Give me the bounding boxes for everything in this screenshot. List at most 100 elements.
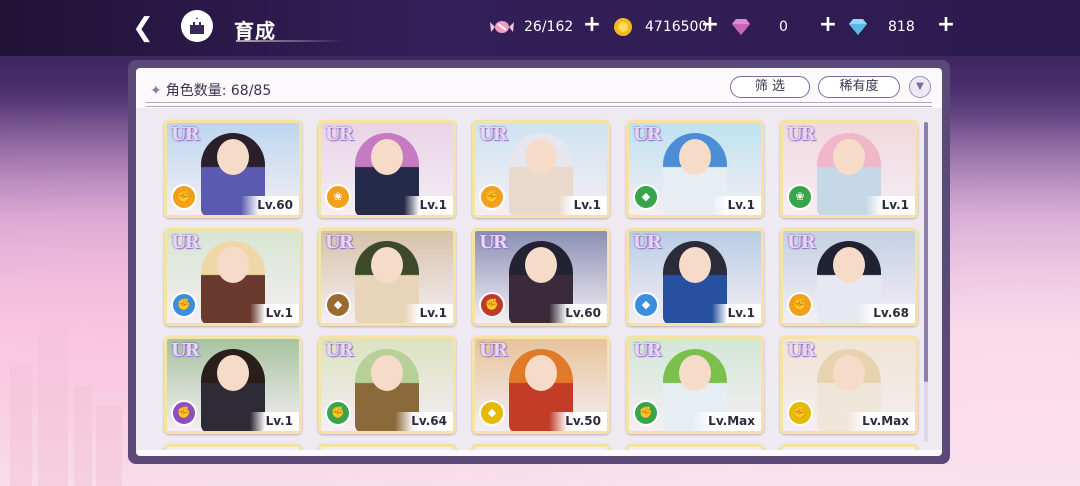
resource-blue-diamond: 818 — [846, 16, 915, 38]
character-face — [217, 247, 249, 283]
character-card[interactable]: UR ◆ Lv.50 — [472, 336, 610, 434]
level-label: Lv.60 — [241, 196, 299, 215]
back-button[interactable]: ❮ — [124, 10, 162, 46]
character-face — [679, 355, 711, 391]
level-label: Lv.1 — [557, 196, 607, 215]
character-card-partial[interactable] — [318, 444, 456, 450]
character-face — [679, 139, 711, 175]
fist-icon: ✊ — [171, 292, 197, 318]
gold-coin-icon — [611, 16, 635, 38]
shield-icon: ◆ — [633, 184, 659, 210]
character-card[interactable]: UR ✊ Lv.1 — [472, 120, 610, 218]
rattle-icon: ❀ — [325, 184, 351, 210]
character-face — [525, 355, 557, 391]
character-card[interactable]: UR ✊ Lv.1 — [164, 228, 302, 326]
character-face — [679, 247, 711, 283]
candy-value: 26/162 — [524, 19, 574, 35]
character-grid[interactable]: UR ✊ Lv.60 UR ❀ Lv.1 UR ✊ Lv.1 UR ◆ Lv.1 UR ❀ Lv.1 UR ✊ L… — [136, 108, 942, 450]
filter-button[interactable]: 筛 选 — [730, 76, 810, 98]
rarity-label: UR — [479, 232, 508, 253]
rarity-label: UR — [633, 124, 662, 145]
level-label: Lv.68 — [857, 304, 915, 323]
shield-icon: ◆ — [479, 400, 505, 426]
chevron-down-icon: ▼ — [916, 81, 924, 92]
rarity-label: UR — [171, 232, 200, 253]
panel-inner: ✦ 角色数量: 68/85 筛 选 稀有度 ▼ UR ✊ Lv.60 UR ❀ Lv.1 UR… — [136, 68, 942, 456]
header-divider — [146, 102, 932, 107]
rarity-label: UR — [787, 340, 816, 361]
rarity-label: UR — [633, 340, 662, 361]
top-bar: ❮ 育成 26/162 + 4716500 + 0 + 818 + — [0, 0, 1080, 56]
rarity-label: UR — [325, 232, 354, 253]
add-candy-button[interactable]: + — [582, 12, 602, 37]
rarity-label: UR — [325, 340, 354, 361]
character-face — [833, 355, 865, 391]
character-card[interactable]: UR ✊ Lv.60 — [164, 120, 302, 218]
level-label: Lv.Max — [846, 412, 915, 431]
pink-diamond-value: 0 — [779, 19, 788, 35]
rarity-label: UR — [787, 232, 816, 253]
character-card[interactable]: UR ❀ Lv.1 — [780, 120, 918, 218]
character-panel: ✦ 角色数量: 68/85 筛 选 稀有度 ▼ UR ✊ Lv.60 UR ❀ Lv.1 UR… — [128, 60, 950, 464]
home-button[interactable] — [181, 10, 213, 42]
character-face — [833, 139, 865, 175]
character-face — [525, 139, 557, 175]
character-face — [371, 247, 403, 283]
character-card[interactable]: UR ◆ Lv.1 — [626, 228, 764, 326]
rattle-icon: ❀ — [787, 184, 813, 210]
character-card[interactable]: UR ✊ Lv.64 — [318, 336, 456, 434]
level-label: Lv.1 — [249, 412, 299, 431]
sort-order-button[interactable]: ▼ — [909, 76, 931, 98]
title-underline — [236, 40, 346, 42]
level-label: Lv.1 — [403, 304, 453, 323]
character-face — [217, 355, 249, 391]
character-card[interactable]: UR ✊ Lv.68 — [780, 228, 918, 326]
add-blue-diamond-button[interactable]: + — [936, 12, 956, 37]
character-count-text: 角色数量: 68/85 — [165, 83, 272, 99]
character-card-partial[interactable] — [780, 444, 918, 450]
level-label: Lv.1 — [711, 304, 761, 323]
character-card[interactable]: UR ✊ Lv.1 — [164, 336, 302, 434]
castle-silhouette — [0, 316, 130, 486]
fist-icon: ✊ — [479, 292, 505, 318]
level-label: Lv.50 — [549, 412, 607, 431]
blue-diamond-icon — [846, 16, 870, 38]
fist-icon: ✊ — [479, 184, 505, 210]
character-card[interactable]: UR ❀ Lv.1 — [318, 120, 456, 218]
character-face — [525, 247, 557, 283]
rarity-sort-button[interactable]: 稀有度 — [818, 76, 900, 98]
rarity-label: UR — [633, 232, 662, 253]
fist-icon: ✊ — [787, 292, 813, 318]
level-label: Lv.1 — [865, 196, 915, 215]
character-card-partial[interactable] — [164, 444, 302, 450]
level-label: Lv.1 — [711, 196, 761, 215]
shield-icon: ◆ — [633, 292, 659, 318]
character-face — [217, 139, 249, 175]
rarity-label: UR — [171, 124, 200, 145]
character-card-partial[interactable] — [626, 444, 764, 450]
fist-icon: ✊ — [171, 184, 197, 210]
character-card[interactable]: UR ◆ Lv.1 — [318, 228, 456, 326]
character-card[interactable]: UR ✊ Lv.Max — [780, 336, 918, 434]
character-card[interactable]: UR ✊ Lv.60 — [472, 228, 610, 326]
resource-pink-diamond: 0 — [729, 16, 788, 38]
rarity-label: UR — [171, 340, 200, 361]
scrollbar-thumb[interactable] — [924, 122, 928, 382]
add-gold-button[interactable]: + — [700, 12, 720, 37]
character-card-partial[interactable] — [472, 444, 610, 450]
fist-icon: ✊ — [633, 400, 659, 426]
add-pink-diamond-button[interactable]: + — [818, 12, 838, 37]
character-face — [833, 247, 865, 283]
character-card[interactable]: UR ✊ Lv.Max — [626, 336, 764, 434]
scrollbar[interactable] — [924, 122, 928, 442]
character-card[interactable]: UR ◆ Lv.1 — [626, 120, 764, 218]
level-label: Lv.64 — [395, 412, 453, 431]
gold-value: 4716500 — [645, 19, 708, 35]
resource-gold: 4716500 — [611, 16, 707, 38]
rarity-label: UR — [787, 124, 816, 145]
rarity-label: UR — [479, 124, 508, 145]
fist-icon: ✊ — [325, 400, 351, 426]
character-face — [371, 355, 403, 391]
level-label: Lv.1 — [249, 304, 299, 323]
blue-diamond-value: 818 — [888, 19, 915, 35]
